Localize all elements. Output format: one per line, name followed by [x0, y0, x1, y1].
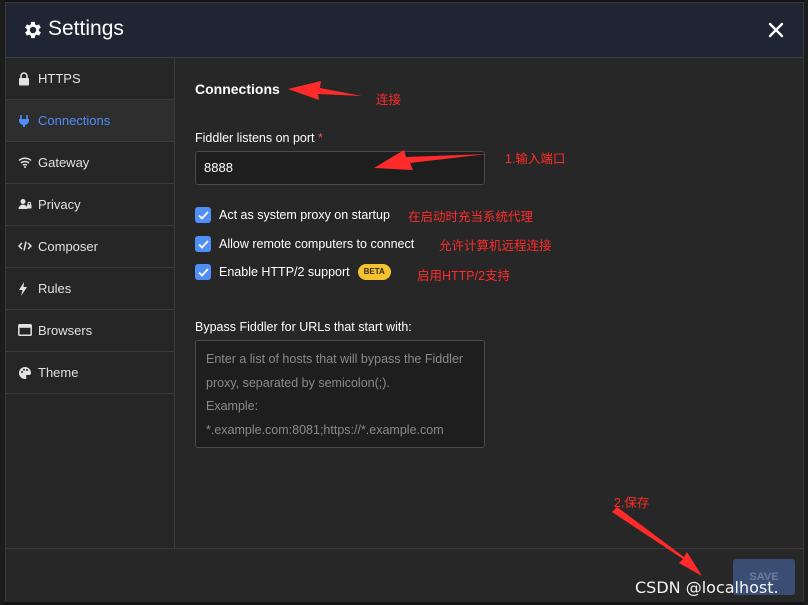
close-icon — [768, 22, 784, 38]
port-label-text: Fiddler listens on port — [195, 131, 315, 145]
bolt-icon — [18, 281, 32, 296]
settings-content: Connections Fiddler listens on port * 88… — [175, 58, 805, 548]
settings-dialog: Settings HTTPS Connections Gateway Priva… — [5, 2, 804, 602]
sidebar-item-label: Gateway — [38, 155, 90, 170]
checkmark-icon — [197, 210, 209, 220]
sidebar-item-privacy[interactable]: Privacy — [6, 184, 174, 226]
sidebar-item-label: Privacy — [38, 197, 81, 212]
system-proxy-checkbox[interactable] — [195, 207, 211, 223]
sidebar-item-rules[interactable]: Rules — [6, 268, 174, 310]
bypass-textarea[interactable]: Enter a list of hosts that will bypass t… — [195, 340, 485, 448]
settings-sidebar: HTTPS Connections Gateway Privacy Compos… — [6, 58, 175, 548]
sidebar-item-label: Browsers — [38, 323, 93, 338]
plug-icon — [18, 114, 32, 128]
annotation-remote: 允许计算机远程连接 — [439, 239, 552, 253]
option-label: Act as system proxy on startup — [219, 208, 390, 222]
option-system-proxy[interactable]: Act as system proxy on startup — [195, 207, 390, 223]
close-button[interactable] — [765, 19, 787, 41]
annotation-http2: 启用HTTP/2支持 — [417, 269, 511, 283]
placeholder-line: proxy, separated by semicolon(;). — [206, 375, 390, 390]
gear-icon — [22, 19, 44, 41]
sidebar-item-label: Composer — [38, 239, 98, 254]
port-input[interactable]: 8888 — [195, 151, 485, 185]
dialog-titlebar: Settings — [6, 3, 803, 58]
placeholder-line: *.example.com:8081;https://*.example.com — [206, 422, 444, 437]
sidebar-item-https[interactable]: HTTPS — [6, 58, 174, 100]
sidebar-item-label: Rules — [38, 281, 72, 296]
option-label: Enable HTTP/2 support — [219, 265, 350, 279]
sidebar-item-label: Connections — [38, 113, 111, 128]
user-lock-icon — [18, 198, 32, 212]
placeholder-line: Enter a list of hosts that will bypass t… — [206, 352, 464, 366]
sidebar-item-label: HTTPS — [38, 71, 81, 86]
palette-icon — [18, 366, 32, 380]
http2-checkbox[interactable] — [195, 264, 211, 280]
option-label: Allow remote computers to connect — [219, 237, 415, 251]
section-title: Connections — [195, 81, 280, 97]
sidebar-item-browsers[interactable]: Browsers — [6, 310, 174, 352]
window-icon — [18, 323, 32, 338]
annotation-proxy-startup: 在启动时充当系统代理 — [408, 210, 534, 224]
annotation-connect: 连接 — [376, 93, 402, 107]
placeholder-line: Example: — [206, 399, 259, 413]
annotation-save: 2.保存 — [614, 496, 650, 510]
wifi-icon — [18, 156, 32, 170]
port-label: Fiddler listens on port * — [195, 131, 323, 145]
lock-icon — [18, 71, 32, 86]
sidebar-item-label: Theme — [38, 365, 79, 380]
checkmark-icon — [197, 239, 209, 249]
remote-connect-checkbox[interactable] — [195, 236, 211, 252]
option-http2[interactable]: Enable HTTP/2 support BETA — [195, 264, 391, 280]
bypass-label: Bypass Fiddler for URLs that start with: — [195, 320, 412, 334]
beta-badge: BETA — [357, 264, 391, 280]
sidebar-item-composer[interactable]: Composer — [6, 226, 174, 268]
sidebar-item-theme[interactable]: Theme — [6, 352, 174, 394]
option-remote-connect[interactable]: Allow remote computers to connect — [195, 236, 414, 252]
code-icon — [18, 240, 32, 254]
watermark: CSDN @localhost. — [635, 578, 779, 597]
dialog-title: Settings — [48, 17, 124, 40]
annotation-port: 1.输入端口 — [505, 152, 566, 166]
checkmark-icon — [197, 267, 209, 277]
sidebar-item-connections[interactable]: Connections — [6, 100, 174, 142]
sidebar-item-gateway[interactable]: Gateway — [6, 142, 174, 184]
required-mark: * — [318, 131, 323, 145]
